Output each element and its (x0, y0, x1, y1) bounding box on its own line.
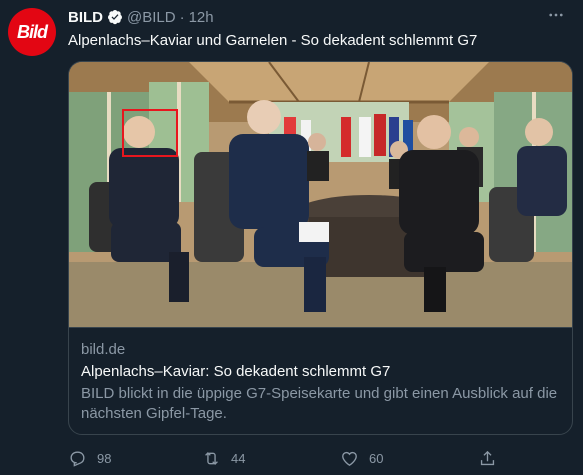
reply-count: 98 (97, 450, 112, 466)
card-image (69, 62, 572, 327)
retweet-button[interactable]: 44 (202, 449, 340, 468)
author-name[interactable]: BILD (68, 9, 103, 26)
tweet-text: Alpenlachs–Kaviar und Garnelen - So deka… (68, 32, 478, 49)
card-description: BILD blickt in die üppige G7-Speisekarte… (81, 385, 558, 422)
timestamp[interactable]: 12h (189, 9, 214, 26)
link-card[interactable]: bild.de Alpenlachs–Kaviar: So dekadent s… (68, 61, 573, 435)
tweet-actions: 98 44 60 (68, 446, 508, 470)
verified-badge-icon (108, 10, 122, 25)
card-info: bild.de Alpenlachs–Kaviar: So dekadent s… (69, 327, 572, 434)
tweet-header: BILD @BILD · 12h (68, 7, 214, 27)
retweet-count: 44 (231, 450, 246, 466)
separator-dot: · (179, 8, 185, 26)
retweet-icon (205, 451, 218, 465)
avatar[interactable]: Bild (8, 8, 56, 56)
author-handle[interactable]: @BILD (127, 9, 176, 26)
like-count: 60 (369, 450, 384, 466)
more-horizontal-icon[interactable] (547, 6, 565, 29)
more-dots-glyph (549, 13, 563, 17)
bild-logo: Bild (14, 20, 50, 44)
heart-icon (342, 451, 357, 466)
card-title: Alpenlachs–Kaviar: So dekadent schlemmt … (81, 363, 391, 380)
like-button[interactable]: 60 (340, 449, 478, 468)
card-domain: bild.de (81, 341, 126, 358)
share-icon (480, 450, 495, 465)
share-button[interactable] (478, 449, 497, 468)
reply-button[interactable]: 98 (68, 449, 202, 468)
bild-logo-text: Bild (17, 21, 48, 42)
reply-icon (70, 450, 85, 467)
